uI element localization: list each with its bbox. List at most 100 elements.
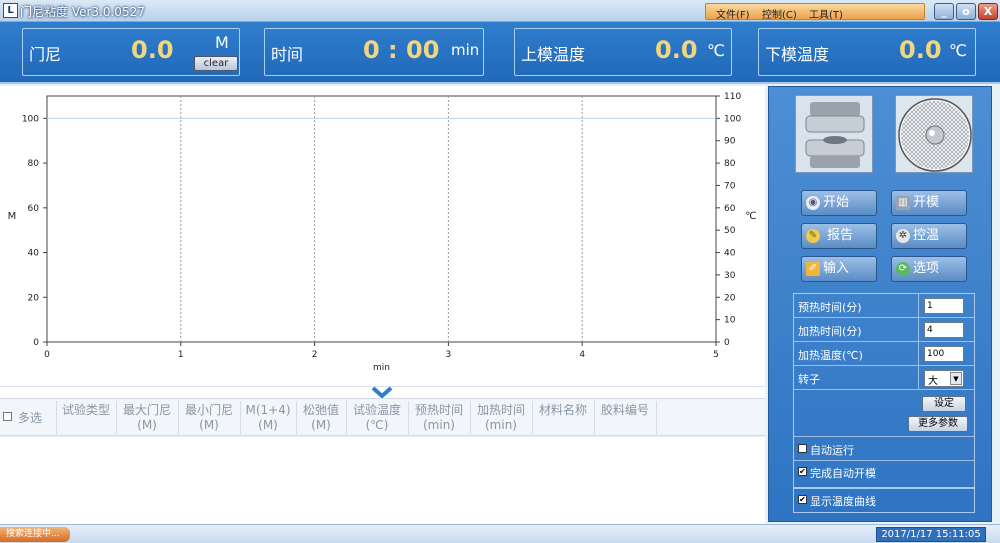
maximize-button[interactable]: o (956, 3, 976, 20)
auto-run-row: 自动运行 (794, 437, 974, 461)
column-header[interactable]: 材料名称 (532, 403, 594, 418)
rotor-select-value: 大 (928, 376, 938, 387)
temp-control-label: 控温 (913, 228, 940, 243)
time-value: 0 : 00 (363, 36, 440, 64)
auto-run-label: 自动运行 (810, 444, 854, 457)
show-temp-row: ✔ 显示温度曲线 (793, 487, 975, 513)
dropdown-arrow-icon[interactable]: ▼ (950, 372, 962, 385)
column-header[interactable]: 最大门尼 (M) (116, 403, 178, 433)
results-table-body[interactable] (0, 437, 765, 524)
x-tick-label: 3 (446, 350, 452, 360)
rotor-image (795, 95, 873, 173)
report-label: 报告 (827, 228, 854, 243)
start-label: 开始 (823, 195, 850, 210)
mooney-unit: M (215, 33, 229, 52)
upper-temp-panel: 上模温度 0.0 ℃ (514, 28, 732, 76)
mooney-value: 0.0 (131, 36, 174, 64)
column-header-unit: (M) (137, 418, 157, 432)
column-header-title: 加热时间 (476, 403, 525, 417)
menu-tools[interactable]: 工具(T) (809, 6, 843, 21)
y-left-tick-label: 0 (33, 338, 39, 348)
column-header[interactable]: 试验温度 (℃) (346, 403, 408, 433)
rotor-select[interactable]: 大 ▼ (924, 370, 964, 387)
x-axis-label: min (373, 363, 390, 373)
open-mold-button[interactable]: ▥ 开模 (891, 190, 967, 216)
more-params-button[interactable]: 更多参数 (908, 416, 968, 432)
temp-label: 加热温度(℃) (798, 349, 863, 362)
column-header[interactable]: 预热时间 (min) (408, 403, 470, 433)
auto-run-checkbox[interactable] (798, 444, 807, 453)
column-divider[interactable] (656, 401, 657, 434)
column-header[interactable]: M(1+4) (M) (240, 403, 296, 433)
connection-status: 搜索连接中... (0, 527, 70, 542)
minimize-button[interactable]: _ (934, 3, 954, 20)
show-temp-checkbox[interactable]: ✔ (798, 495, 807, 504)
column-header-unit: (min) (485, 418, 517, 432)
pencil-icon: ✐ (806, 262, 820, 276)
y-right-tick-label: 70 (724, 181, 736, 191)
select-all-checkbox[interactable] (3, 412, 12, 421)
menu-file[interactable]: 文件(F) (716, 6, 750, 21)
results-table-header: 多选 试验类型 最大门尼 (M) 最小门尼 (M) M(1+4) (M) 松弛值 (M) 试验温度… (0, 398, 765, 436)
preheat-label: 预热时间(分) (798, 301, 862, 314)
mold-icon: ▥ (896, 196, 910, 210)
y-right-tick-label: 50 (724, 226, 736, 236)
mooney-label: 门尼 (29, 45, 62, 64)
column-header-title: 材料名称 (538, 403, 587, 417)
options-button[interactable]: ⟳ 选项 (891, 256, 967, 282)
menu-control[interactable]: 控制(C) (762, 6, 797, 21)
y-right-tick-label: 20 (724, 293, 736, 303)
preheat-input[interactable]: 1 (924, 298, 964, 314)
x-tick-label: 4 (579, 350, 585, 360)
rotor-row: 转子 大 ▼ (794, 366, 974, 390)
y-right-tick-label: 60 (724, 204, 736, 214)
y-right-tick-label: 40 (724, 249, 736, 259)
column-header-title: M(1+4) (245, 403, 291, 417)
column-header-unit: (M) (311, 418, 331, 432)
report-button[interactable]: ✎ 报告 (801, 223, 877, 249)
set-button[interactable]: 设定 (922, 396, 966, 412)
column-header[interactable]: 试验类型 (56, 403, 116, 418)
report-icon: ✎ (806, 229, 820, 243)
column-header-unit: (M) (258, 418, 278, 432)
column-header-title: 最小门尼 (184, 403, 233, 417)
heat-input[interactable]: 4 (924, 322, 964, 338)
start-button[interactable]: ◉ 开始 (801, 190, 877, 216)
column-header-title: 松弛值 (302, 403, 339, 417)
y-left-tick-label: 80 (28, 159, 40, 169)
clear-button[interactable]: clear (194, 56, 238, 71)
column-header[interactable]: 胶料编号 (594, 403, 656, 418)
select-all-label: 多选 (18, 411, 43, 425)
heat-row: 加热时间(分) 4 (794, 318, 974, 342)
panel-splitter[interactable] (0, 386, 765, 399)
temp-input[interactable]: 100 (924, 346, 964, 362)
title-bar: L 门尼粘度 Ver3.0.0527 文件(F) 控制(C) 工具(T) _ o… (0, 0, 1000, 22)
fan-icon: ✲ (896, 229, 910, 243)
upper-temp-value: 0.0 (655, 36, 698, 64)
y-left-tick-label: 60 (28, 204, 40, 214)
heat-label: 加热时间(分) (798, 325, 862, 338)
temp-control-button[interactable]: ✲ 控温 (891, 223, 967, 249)
x-tick-label: 2 (312, 350, 318, 360)
x-tick-label: 0 (44, 350, 50, 360)
column-header[interactable]: 松弛值 (M) (296, 403, 346, 433)
app-icon: L (3, 3, 18, 18)
y-right-tick-label: 10 (724, 316, 736, 326)
chart-area: 0 1 2 3 4 5 0 20 40 60 80 100 0 10 20 30 40 50 60 70 80 90 100… (0, 86, 765, 386)
y-right-tick-label: 80 (724, 159, 736, 169)
y-right-tick-label: 90 (724, 137, 736, 147)
input-button[interactable]: ✐ 输入 (801, 256, 877, 282)
auto-open-checkbox[interactable]: ✔ (798, 467, 807, 476)
column-header-title: 胶料编号 (600, 403, 649, 417)
upper-temp-unit: ℃ (707, 41, 725, 60)
close-button[interactable]: X (978, 3, 998, 20)
column-header[interactable]: 最小门尼 (M) (178, 403, 240, 433)
rotor-label: 转子 (798, 373, 820, 386)
y-left-axis-label: M (8, 211, 17, 222)
column-header-title: 试验温度 (352, 403, 401, 417)
options-label: 选项 (913, 261, 940, 276)
control-side-panel: ◉ 开始 ▥ 开模 ✎ 报告 ✲ 控温 ✐ 输入 ⟳ 选项 预热时间(分) 1 … (768, 86, 992, 522)
column-header[interactable]: 加热时间 (min) (470, 403, 532, 433)
column-header-title: 预热时间 (414, 403, 463, 417)
readout-header: 门尼 0.0 M clear 时间 0 : 00 min 上模温度 0.0 ℃ … (0, 22, 1000, 84)
